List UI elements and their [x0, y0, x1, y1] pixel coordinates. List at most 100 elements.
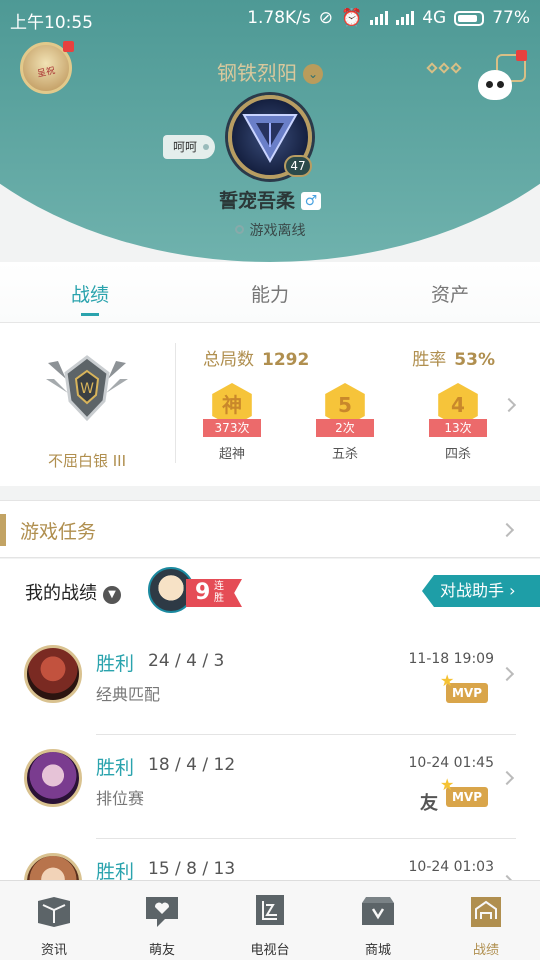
- win-rate-value: 53%: [454, 350, 495, 370]
- profile-header: 呈祝 钢铁烈阳 ⌄ 呵呵 47 誓宠吾柔 ♂ 游戏离线: [0, 0, 540, 262]
- mvp-badge: MVP: [440, 775, 488, 807]
- match-mode: 排位赛: [96, 789, 145, 808]
- nav-news[interactable]: 资讯: [0, 881, 108, 960]
- status-bar: 上午10:55 1.78K/s ⊘ ⏰ 4G 77%: [0, 0, 540, 36]
- total-games-label: 总局数: [203, 350, 254, 370]
- signal-icon-2: [396, 11, 415, 25]
- game-tasks-title: 游戏任务: [20, 521, 97, 543]
- status-time: 上午10:55: [10, 13, 93, 33]
- hero-avatar: [24, 749, 82, 807]
- match-kda: 15 / 8 / 13: [148, 859, 236, 879]
- signal-icon: [370, 11, 389, 25]
- medal-label: 超神: [218, 447, 245, 462]
- tab-assets[interactable]: 资产: [360, 262, 540, 322]
- streak-number: 9: [195, 580, 211, 605]
- match-date: 10-24 01:03: [408, 859, 494, 875]
- chevron-right-icon[interactable]: [501, 397, 517, 413]
- silver-rank-icon: W: [46, 355, 128, 422]
- chevron-down-icon[interactable]: ⌄: [303, 64, 323, 84]
- my-records-section: 我的战绩 ▼ 9 连胜 对战助手 › 胜利 24 / 4 / 3 经典匹配 11-…: [0, 559, 540, 880]
- battery-icon: [454, 10, 485, 26]
- nav-tv[interactable]: 电视台: [216, 881, 324, 960]
- nav-records[interactable]: 战绩: [432, 881, 540, 960]
- chevron-right-icon[interactable]: [499, 522, 515, 538]
- offline-dot-icon: [234, 225, 244, 234]
- match-kda: 18 / 4 / 12: [148, 755, 236, 775]
- tab-bar: 战绩 能力 资产: [0, 262, 540, 322]
- hero-avatar: [24, 645, 82, 703]
- stats-divider: [175, 343, 176, 463]
- match-row[interactable]: 胜利 18 / 4 / 12 排位赛 10-24 01:45 友 MVP: [0, 735, 540, 839]
- record-icon: [471, 897, 501, 927]
- chat-heart-icon: [146, 897, 178, 927]
- friend-badge: 友: [420, 793, 438, 814]
- hero-avatar: [24, 853, 82, 880]
- bottom-nav: 资讯 萌友 电视台 商城 战绩: [0, 880, 540, 960]
- win-rate: 胜率 53%: [412, 345, 495, 370]
- game-tasks-row[interactable]: 游戏任务: [0, 500, 540, 558]
- tab-records[interactable]: 战绩: [0, 262, 180, 322]
- decor-dots-icon: [426, 62, 462, 74]
- mute-icon: ⊘: [318, 8, 334, 28]
- win-rate-label: 胜率: [412, 350, 447, 370]
- online-status: 游戏离线: [0, 220, 540, 240]
- male-gender-icon: ♂: [301, 192, 321, 210]
- streak-flag: 9 连胜: [186, 579, 242, 607]
- online-status-text: 游戏离线: [249, 223, 306, 239]
- match-kda: 24 / 4 / 3: [148, 651, 225, 671]
- chevron-down-icon[interactable]: ▼: [103, 586, 121, 604]
- battle-assistant-label: 对战助手: [440, 581, 505, 600]
- nav-label: 萌友: [148, 943, 175, 958]
- nav-label: 商城: [364, 943, 391, 958]
- nav-label: 电视台: [250, 943, 290, 958]
- medal-legendary: 神 373次 超神: [197, 383, 267, 462]
- status-right: 1.78K/s ⊘ ⏰ 4G 77%: [247, 8, 530, 28]
- medal-label: 四杀: [444, 447, 471, 462]
- menu-notification-dot: [516, 50, 527, 61]
- match-mode: 经典匹配: [96, 685, 161, 704]
- shop-icon: [362, 897, 394, 925]
- status-bubble[interactable]: 呵呵: [163, 135, 216, 159]
- level-badge: 47: [284, 155, 312, 177]
- mvp-badge: MVP: [440, 671, 488, 703]
- alarm-icon: ⏰: [341, 8, 363, 28]
- match-date: 11-18 19:09: [408, 651, 494, 667]
- pet-mascot-icon[interactable]: [478, 70, 512, 100]
- match-result: 胜利: [96, 757, 135, 779]
- network-speed: 1.78K/s: [247, 8, 311, 28]
- match-row[interactable]: 胜利 24 / 4 / 3 经典匹配 11-18 19:09 MVP: [0, 631, 540, 735]
- avatar-notification-dot: [63, 41, 74, 52]
- book-icon: [38, 897, 70, 927]
- match-date: 10-24 01:45: [408, 755, 494, 771]
- total-games: 总局数 1292: [203, 345, 309, 370]
- medal-count: 2次: [316, 419, 374, 437]
- chevron-right-icon[interactable]: [499, 770, 515, 786]
- tv-icon: [256, 895, 284, 925]
- medal-count: 373次: [203, 419, 261, 437]
- nav-label: 战绩: [472, 943, 499, 958]
- battle-assistant-button[interactable]: 对战助手 ›: [422, 575, 540, 607]
- svg-text:W: W: [80, 381, 94, 397]
- nav-friends[interactable]: 萌友: [108, 881, 216, 960]
- medal-penta-kill: 5 2次 五杀: [310, 383, 380, 462]
- win-streak-badge: 9 连胜: [148, 567, 242, 615]
- battery-percent: 77%: [492, 8, 530, 28]
- medal-label: 五杀: [331, 447, 358, 462]
- total-games-value: 1292: [262, 350, 310, 370]
- match-result: 胜利: [96, 653, 135, 675]
- nav-shop[interactable]: 商城: [324, 881, 432, 960]
- medal-count: 13次: [429, 419, 487, 437]
- match-row[interactable]: 胜利 15 / 8 / 13 10-24 01:03: [0, 839, 540, 880]
- section-accent-bar: [0, 514, 6, 546]
- my-records-title: 我的战绩: [25, 583, 97, 604]
- player-name: 誓宠吾柔 ♂: [0, 186, 540, 213]
- medal-quadra-kill: 4 13次 四杀: [423, 383, 493, 462]
- network-type: 4G: [422, 8, 447, 28]
- nav-label: 资讯: [40, 943, 67, 958]
- tab-ability[interactable]: 能力: [180, 262, 360, 322]
- chevron-right-icon[interactable]: [499, 666, 515, 682]
- stats-card[interactable]: W 不屈白银 III 总局数 1292 胜率 53% 神 373次 超神 5 2次 …: [0, 322, 540, 486]
- player-name-text: 誓宠吾柔: [218, 190, 295, 212]
- my-records-filter[interactable]: 我的战绩 ▼: [25, 579, 121, 605]
- streak-text: 连胜: [214, 581, 224, 604]
